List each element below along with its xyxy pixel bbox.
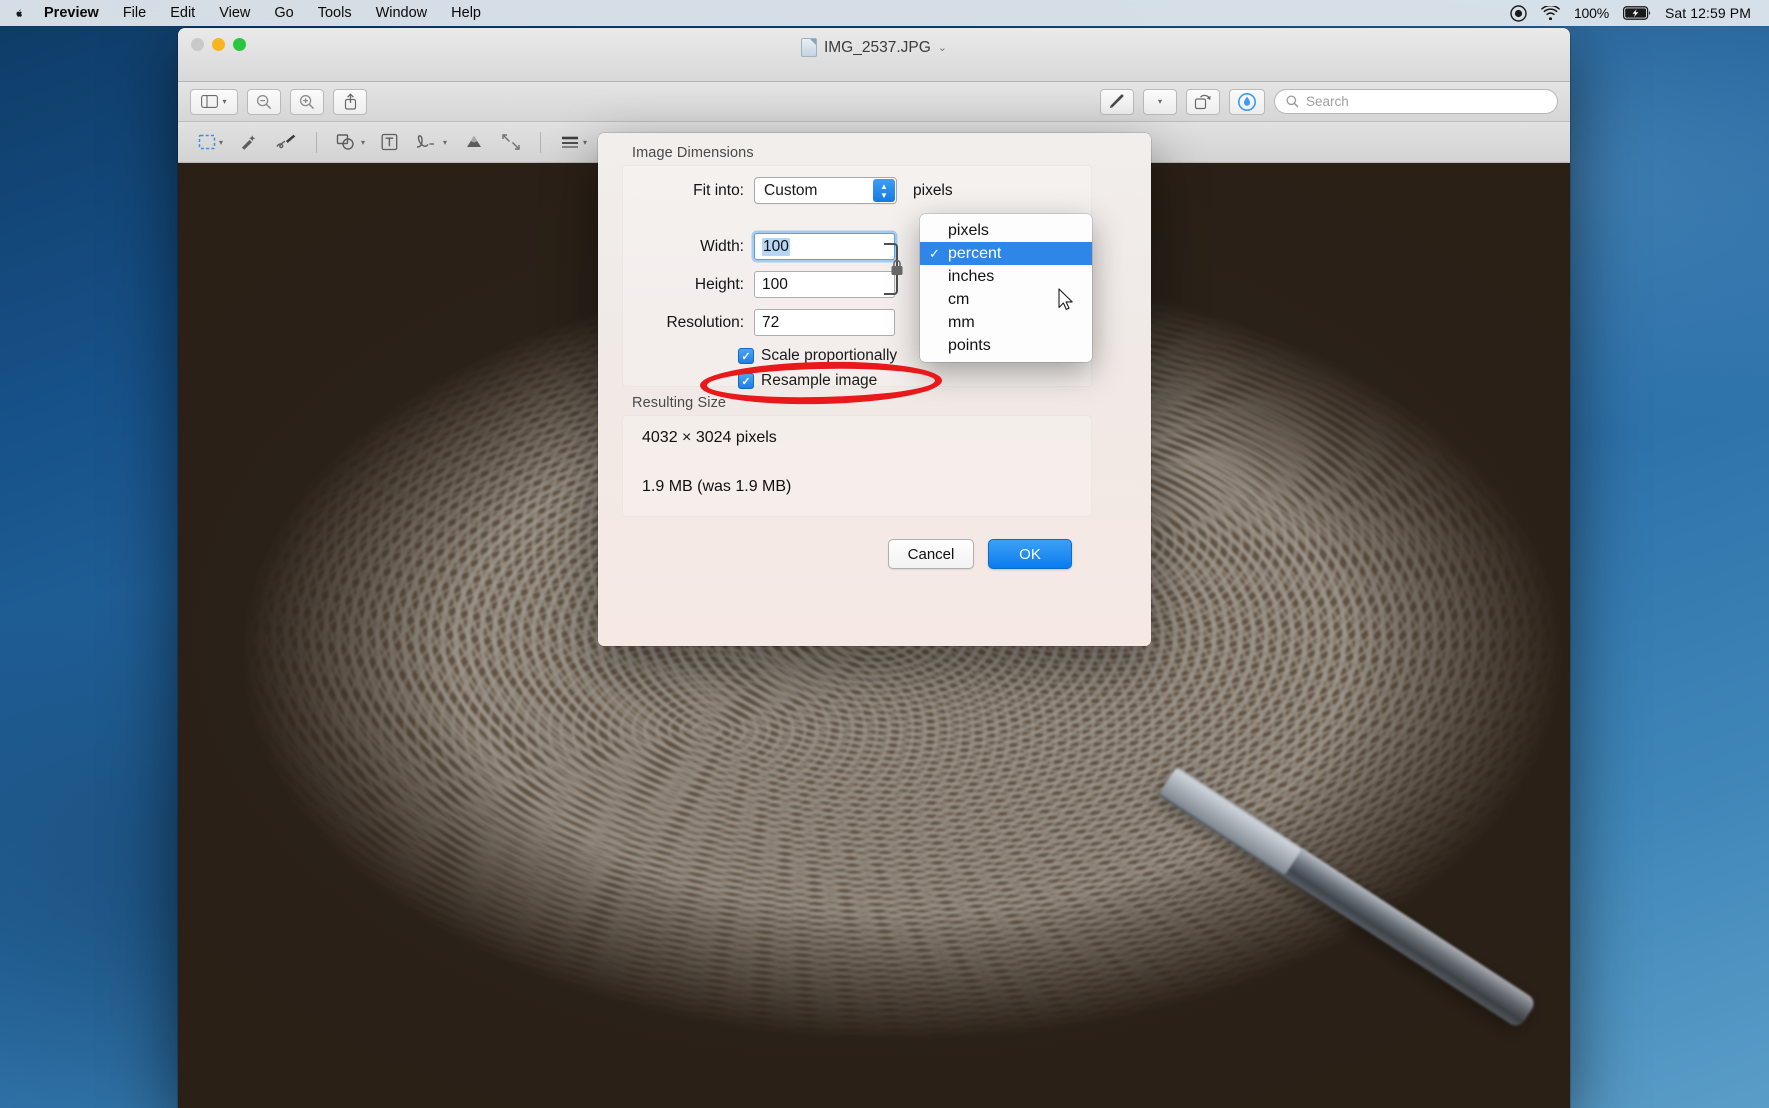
- shape-style-tool[interactable]: ▾: [554, 131, 593, 153]
- resulting-size-label: Resulting Size: [632, 395, 727, 411]
- search-field[interactable]: Search: [1274, 89, 1558, 114]
- resulting-filesize: 1.9 MB (was 1.9 MB): [642, 478, 792, 495]
- annotate-button[interactable]: [1229, 88, 1265, 115]
- signature-tool[interactable]: ▾: [408, 130, 453, 154]
- chevron-down-icon[interactable]: ⌄: [938, 41, 947, 54]
- sidebar-toggle-button[interactable]: ▾: [190, 88, 238, 115]
- main-toolbar: ▾ ▾ Search: [178, 82, 1570, 122]
- chevron-down-icon: ▼: [880, 190, 888, 200]
- unit-menu-item-pixels[interactable]: pixels: [920, 219, 1092, 242]
- toolbar-divider: [540, 131, 542, 153]
- resulting-pixels: 4032 × 3024 pixels: [642, 429, 777, 446]
- rotate-button[interactable]: [1186, 88, 1220, 115]
- screen-record-icon[interactable]: [1510, 4, 1527, 22]
- unit-menu-item-inches[interactable]: inches: [920, 265, 1092, 288]
- wifi-icon[interactable]: [1541, 6, 1560, 20]
- battery-charging-icon[interactable]: [1622, 6, 1651, 20]
- adjust-size-tool[interactable]: [495, 130, 527, 154]
- unit-label: pixels: [948, 221, 989, 239]
- unit-label: inches: [948, 267, 995, 285]
- chevron-down-icon[interactable]: ▾: [443, 138, 447, 147]
- ok-button[interactable]: OK: [988, 539, 1072, 569]
- toolbar-divider: [316, 131, 318, 153]
- shapes-tool[interactable]: ▾: [330, 130, 371, 154]
- rectangular-selection-tool[interactable]: ▾: [192, 130, 229, 154]
- unit-label: mm: [948, 313, 975, 331]
- width-input[interactable]: 100: [754, 233, 895, 260]
- check-icon: ✓: [929, 245, 940, 261]
- menu-bar-items: Preview File Edit View Go Tools Window H…: [0, 1, 493, 25]
- chevron-up-icon: ▲: [880, 181, 888, 191]
- height-label: Height:: [694, 275, 744, 293]
- menu-file[interactable]: File: [111, 1, 158, 25]
- search-icon: [1286, 95, 1299, 108]
- apple-logo-icon[interactable]: [12, 2, 32, 24]
- menu-go[interactable]: Go: [262, 1, 305, 25]
- window-title: IMG_2537.JPG: [823, 38, 931, 56]
- zoom-out-button[interactable]: [247, 88, 281, 115]
- markup-button[interactable]: [1100, 88, 1134, 115]
- image-resize-dialog: Image Dimensions Fit into: Custom ▲ ▼ pi…: [598, 133, 1151, 646]
- menu-view[interactable]: View: [207, 1, 262, 25]
- resolution-input[interactable]: 72: [754, 309, 895, 336]
- chevron-down-icon[interactable]: ▾: [219, 138, 223, 147]
- menu-bar: Preview File Edit View Go Tools Window H…: [0, 0, 1769, 26]
- fit-into-label: Fit into:: [693, 181, 744, 199]
- instant-alpha-tool[interactable]: [233, 130, 265, 154]
- battery-percentage: 100%: [1573, 5, 1609, 21]
- resolution-value: 72: [762, 313, 780, 331]
- image-dimensions-label: Image Dimensions: [632, 145, 754, 161]
- cancel-button[interactable]: Cancel: [888, 539, 974, 569]
- menu-tools[interactable]: Tools: [306, 1, 364, 25]
- mouse-cursor: [1058, 288, 1074, 316]
- chevron-down-icon[interactable]: ▾: [583, 138, 587, 147]
- unit-label: percent: [948, 244, 1002, 262]
- document-icon: [800, 38, 817, 57]
- chevron-down-icon[interactable]: ▾: [361, 138, 365, 147]
- share-button[interactable]: [333, 88, 367, 115]
- unit-menu-item-points[interactable]: points: [920, 334, 1092, 357]
- height-value: 100: [762, 275, 788, 293]
- unit-label: points: [948, 336, 991, 354]
- preview-window: IMG_2537.JPG ⌄ ▾ ▾ Search ▾ ▾ ▾ ▾ Image …: [178, 28, 1570, 1108]
- menu-preview[interactable]: Preview: [32, 1, 111, 25]
- menu-bar-status: 100% Sat 12:59 PM: [1510, 4, 1769, 22]
- lock-link-icon[interactable]: [890, 259, 904, 280]
- zoom-in-button[interactable]: [290, 88, 324, 115]
- sketch-tool[interactable]: [269, 130, 303, 154]
- unit-menu-item-percent[interactable]: ✓ percent: [920, 242, 1092, 265]
- fit-into-value: Custom: [764, 181, 818, 199]
- menu-window[interactable]: Window: [364, 1, 440, 25]
- width-label: Width:: [700, 237, 744, 255]
- menu-bar-clock[interactable]: Sat 12:59 PM: [1665, 5, 1751, 21]
- adjust-color-tool[interactable]: [457, 130, 491, 154]
- fit-into-unit-label: pixels: [913, 181, 953, 199]
- fit-into-row: Fit into: Custom ▲ ▼ pixels: [622, 177, 1092, 204]
- menu-help[interactable]: Help: [439, 1, 493, 25]
- stepper-icon[interactable]: ▲ ▼: [873, 179, 895, 202]
- search-placeholder: Search: [1306, 94, 1349, 109]
- markup-options-button[interactable]: ▾: [1143, 88, 1177, 115]
- unit-label: cm: [948, 290, 970, 308]
- text-tool[interactable]: [375, 130, 404, 154]
- chevron-down-icon[interactable]: ▾: [1158, 97, 1162, 106]
- resolution-label: Resolution:: [666, 313, 744, 331]
- width-value: 100: [762, 237, 790, 256]
- chevron-down-icon[interactable]: ▾: [222, 97, 226, 106]
- menu-edit[interactable]: Edit: [158, 1, 207, 25]
- window-titlebar: IMG_2537.JPG ⌄: [178, 28, 1570, 82]
- window-title-group: IMG_2537.JPG ⌄: [178, 38, 1570, 57]
- scale-proportionally-checkbox[interactable]: ✓: [738, 348, 754, 364]
- height-input[interactable]: 100: [754, 271, 895, 298]
- toolbar-right-group: ▾ Search: [1100, 88, 1558, 115]
- fit-into-select[interactable]: Custom ▲ ▼: [754, 177, 897, 204]
